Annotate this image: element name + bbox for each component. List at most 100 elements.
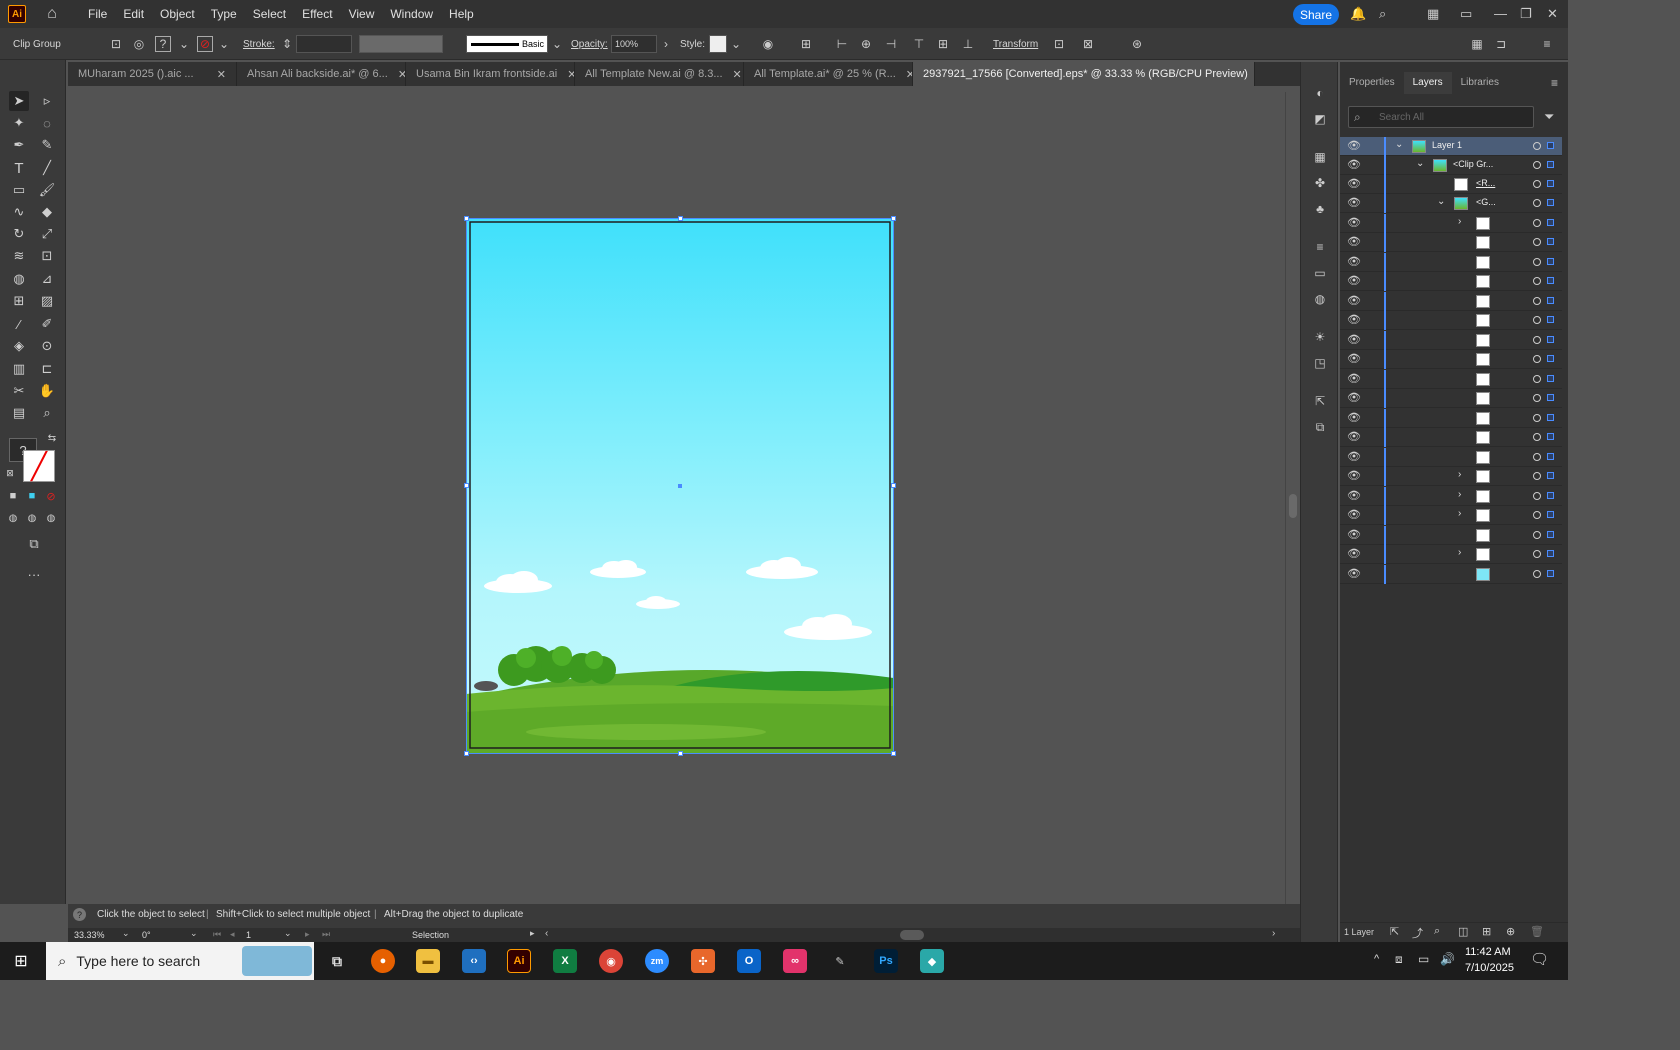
notification-icon[interactable]: 🗨 (1530, 950, 1549, 968)
align-top-icon[interactable]: ⊤ (910, 35, 928, 53)
target-icon[interactable] (1533, 570, 1541, 578)
eye-icon[interactable]: 👁 (1347, 430, 1361, 443)
layer-row-item[interactable]: 👁 (1340, 565, 1562, 584)
selection-tool-icon[interactable]: ➤ (9, 91, 29, 111)
lasso-icon[interactable]: ◌ (37, 113, 57, 133)
align-right-icon[interactable]: ⊣ (882, 35, 900, 53)
layer-row-item[interactable]: 👁 › (1340, 214, 1562, 233)
appearance-icon[interactable]: ◐ (1311, 84, 1329, 102)
menu-select[interactable]: Select (245, 7, 294, 21)
photoshop-icon[interactable]: Ps (874, 949, 898, 973)
graph-tool-icon[interactable]: ▥ (9, 359, 29, 379)
target-icon[interactable] (1533, 394, 1541, 402)
scroll-right-icon[interactable]: › (1272, 928, 1275, 939)
chevron-right-icon[interactable]: › (657, 35, 675, 53)
selection-indicator[interactable] (1547, 375, 1554, 382)
warp-tool-icon[interactable]: ≋ (9, 246, 29, 266)
target-icon[interactable] (1533, 414, 1541, 422)
target-icon[interactable] (1533, 531, 1541, 539)
target-icon[interactable] (1533, 336, 1541, 344)
selection-indicator[interactable] (1547, 531, 1554, 538)
resize-handle-b[interactable] (678, 751, 683, 756)
clock-time[interactable]: 11:42 AM (1465, 946, 1511, 958)
tab-document-4[interactable]: All Template New.ai @ 8.3... ✕ (575, 62, 744, 86)
selection-indicator[interactable] (1547, 355, 1554, 362)
align-center-icon[interactable]: ⊕ (857, 35, 875, 53)
screen-mode-icon[interactable]: ⧉ (23, 534, 45, 554)
isolate-icon[interactable]: ◎ (130, 35, 148, 53)
layer-row-item[interactable]: 👁 (1340, 272, 1562, 291)
selection-indicator[interactable] (1547, 316, 1554, 323)
selection-indicator[interactable] (1547, 297, 1554, 304)
selection-indicator[interactable] (1547, 180, 1554, 187)
close-icon[interactable]: ✕ (217, 68, 226, 81)
brushes-icon[interactable]: ✤ (1311, 174, 1329, 192)
eye-icon[interactable]: 👁 (1347, 274, 1361, 287)
eraser-icon[interactable]: ◆ (37, 202, 57, 222)
eye-icon[interactable]: 👁 (1347, 333, 1361, 346)
swap-colors-icon[interactable]: ⇆ (45, 432, 59, 444)
prev-artboard-icon[interactable]: ◂ (230, 929, 235, 940)
resize-handle-l[interactable] (464, 483, 469, 488)
swatches-icon[interactable]: ▦ (1311, 148, 1329, 166)
zoom-tool-icon[interactable]: ⌕ (37, 403, 57, 423)
layer-row-item[interactable]: 👁 (1340, 428, 1562, 447)
resize-handle-bl[interactable] (464, 751, 469, 756)
eye-icon[interactable]: 👁 (1347, 372, 1361, 385)
tab-document-2[interactable]: Ahsan Ali backside.ai* @ 6...✕ (237, 62, 406, 86)
layer-row-item[interactable]: 👁 (1340, 233, 1562, 252)
target-icon[interactable] (1533, 433, 1541, 441)
align-left-icon[interactable]: ⊢ (833, 35, 851, 53)
chevron-down-icon[interactable]: ⌄ (175, 35, 193, 53)
creative-cloud-icon[interactable]: ∞ (783, 949, 807, 973)
tab-properties[interactable]: Properties (1340, 72, 1404, 94)
eye-icon[interactable]: 👁 (1347, 158, 1361, 171)
selection-indicator[interactable] (1547, 199, 1554, 206)
taskbar-search[interactable]: ⌕ Type here to search (46, 942, 314, 980)
home-icon[interactable]: ⌂ (42, 5, 62, 23)
chevron-right-icon[interactable]: › (1458, 216, 1461, 227)
artboards-panel-icon[interactable]: ◳ (1311, 354, 1329, 372)
firefox-icon[interactable]: ● (371, 949, 395, 973)
eye-icon[interactable]: 👁 (1347, 567, 1361, 580)
gradient-mode-icon[interactable]: ■ (24, 488, 40, 504)
target-icon[interactable] (1533, 219, 1541, 227)
perspective-grid-icon[interactable]: ⊿ (37, 269, 57, 289)
close-icon[interactable]: ✕ (1547, 6, 1558, 22)
collect-export-icon[interactable]: ⇱ (1390, 925, 1399, 938)
chevron-right-icon[interactable]: ▸ (530, 928, 535, 939)
transform-link[interactable]: Transform (993, 39, 1038, 50)
file-explorer-icon[interactable]: ▬ (416, 949, 440, 973)
horizontal-scroll-thumb[interactable] (900, 930, 924, 940)
share-button[interactable]: Share (1293, 4, 1339, 25)
rectangle-tool-icon[interactable]: ▭ (9, 180, 29, 200)
menu-file[interactable]: File (80, 7, 115, 21)
selection-indicator[interactable] (1547, 142, 1554, 149)
selection-indicator[interactable] (1547, 336, 1554, 343)
arrange-icon[interactable]: ▭ (1460, 6, 1472, 22)
target-icon[interactable] (1533, 142, 1541, 150)
resize-handle-tl[interactable] (464, 216, 469, 221)
transform-icon[interactable]: ⊡ (1050, 35, 1068, 53)
stroke-panel-icon[interactable]: ≡ (1311, 238, 1329, 256)
menu-edit[interactable]: Edit (115, 7, 152, 21)
eye-icon[interactable]: 👁 (1347, 294, 1361, 307)
close-icon[interactable]: ✕ (733, 68, 742, 81)
align-middle-icon[interactable]: ⊞ (934, 35, 952, 53)
target-icon[interactable] (1533, 258, 1541, 266)
transparency-icon[interactable]: ◍ (1311, 290, 1329, 308)
eye-icon[interactable]: 👁 (1347, 450, 1361, 463)
tab-document-5[interactable]: All Template.ai* @ 25 % (R...✕ (744, 62, 913, 86)
selection-indicator[interactable] (1547, 453, 1554, 460)
clock-date[interactable]: 7/10/2025 (1465, 962, 1514, 974)
selection-indicator[interactable] (1547, 394, 1554, 401)
brush-definition[interactable]: Basic (466, 35, 548, 53)
layers-panel-icon[interactable]: ⧉ (1311, 418, 1329, 436)
layer-row-item[interactable]: 👁 (1340, 350, 1562, 369)
resize-handle-t[interactable] (678, 216, 683, 221)
selection-indicator[interactable] (1547, 258, 1554, 265)
stroke-weight-field[interactable] (296, 35, 352, 53)
chevron-down-icon[interactable]: ⌄ (1437, 196, 1445, 207)
selection-indicator[interactable] (1547, 570, 1554, 577)
eye-icon[interactable]: 👁 (1347, 411, 1361, 424)
